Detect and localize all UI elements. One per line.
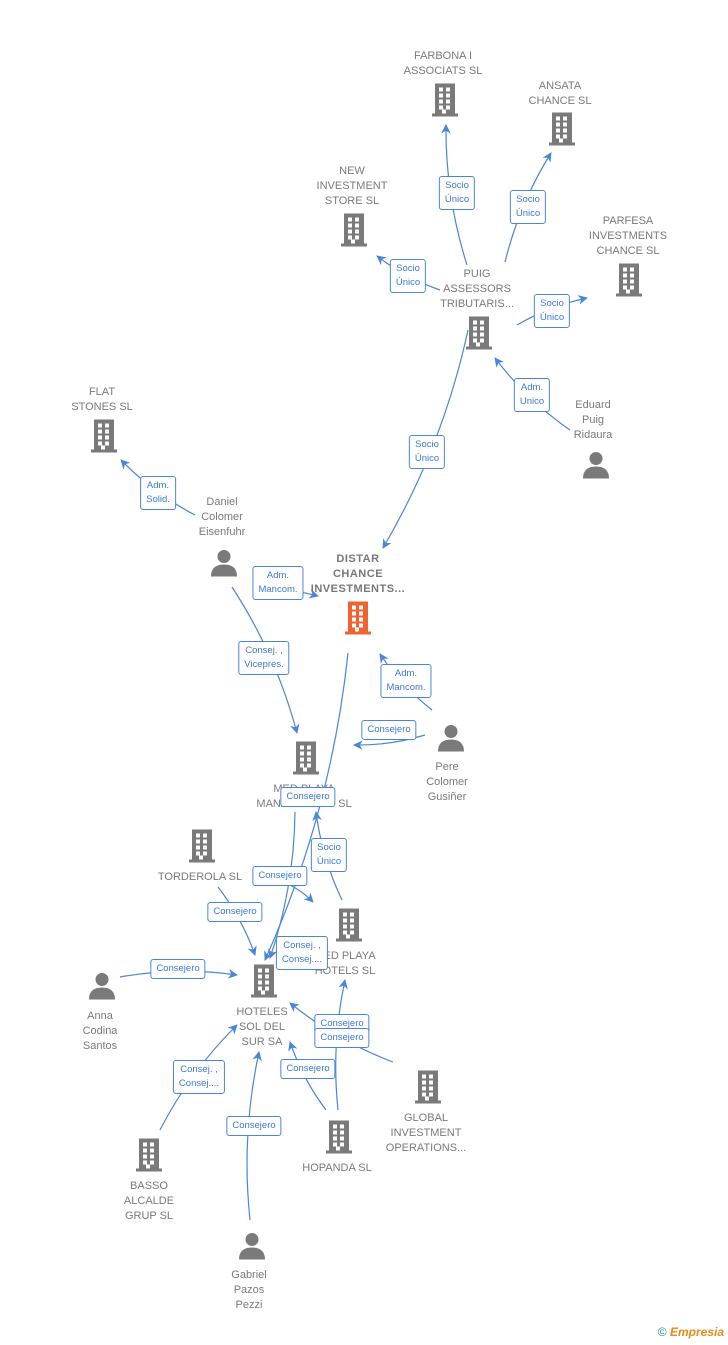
person-icon-anna[interactable] — [88, 972, 116, 1005]
edge-label-puig-to-farbona[interactable]: Socio Único — [438, 176, 476, 210]
edge-label-hopanda-to-hoteles[interactable]: Consejero — [280, 1059, 336, 1079]
copyright-symbol: © — [657, 1325, 667, 1339]
person-icon-gabriel[interactable] — [238, 1232, 266, 1265]
building-icon-medhotels[interactable] — [335, 908, 363, 947]
building-icon-distar[interactable] — [344, 601, 372, 640]
node-label-puig[interactable]: PUIG ASSESSORS TRIBUTARIS... — [440, 267, 514, 312]
node-label-hopanda[interactable]: HOPANDA SL — [302, 1161, 372, 1176]
edge-label-daniel-to-medmgmt[interactable]: Consej. , Vicepres. — [238, 641, 290, 675]
edge-label-puig-to-ansata[interactable]: Socio Único — [509, 190, 547, 224]
building-icon-hopanda[interactable] — [325, 1120, 353, 1159]
edge-label-medhotels-to-medmgmt[interactable]: Socio Único — [310, 838, 348, 872]
building-icon-medmgmt[interactable] — [292, 741, 320, 780]
node-label-flat[interactable]: FLAT STONES SL — [71, 385, 133, 415]
edge-gabriel-to-hoteles — [246, 1051, 262, 1221]
building-icon-ansata[interactable] — [548, 112, 576, 151]
node-label-torderola[interactable]: TORDEROLA SL — [158, 870, 242, 885]
person-icon-pere[interactable] — [437, 724, 465, 757]
edge-label-puig-to-newinv[interactable]: Socio Único — [389, 259, 427, 293]
brand-name: Empresia — [669, 1325, 724, 1339]
building-icon-newinv[interactable] — [340, 213, 368, 252]
node-label-ansata[interactable]: ANSATA CHANCE SL — [529, 79, 592, 109]
node-label-basso[interactable]: BASSO ALCALDE GRUP SL — [124, 1179, 174, 1224]
building-icon-puig[interactable] — [465, 316, 493, 355]
building-icon-flat[interactable] — [90, 419, 118, 458]
person-icon-eduard[interactable] — [582, 451, 610, 484]
node-label-newinv[interactable]: NEW INVESTMENT STORE SL — [317, 164, 388, 209]
edge-label-torderola-to-hoteles[interactable]: Consejero — [207, 902, 263, 922]
node-label-eduard[interactable]: Eduard Puig Ridaura — [574, 398, 613, 443]
node-label-anna[interactable]: Anna Codina Santos — [83, 1009, 118, 1054]
node-label-hoteles[interactable]: HOTELES SOL DEL SUR SA — [236, 1005, 287, 1050]
empresia-logo: © Empresia — [658, 1325, 724, 1339]
edge-label-eduard-to-puig[interactable]: Adm. Unico — [513, 378, 551, 412]
edge-label-distar-to-hoteles[interactable]: Consej. , Consej.... — [275, 936, 329, 970]
building-icon-basso[interactable] — [135, 1138, 163, 1177]
edge-label-daniel-to-flat[interactable]: Adm. Solid. — [140, 476, 176, 510]
node-label-global[interactable]: GLOBAL INVESTMENT OPERATIONS... — [386, 1111, 466, 1156]
edge-label-torderola-to-medhotels[interactable]: Consejero — [252, 866, 308, 886]
person-icon-daniel[interactable] — [210, 549, 238, 582]
building-icon-torderola[interactable] — [188, 829, 216, 868]
edge-label-hopanda-to-medhotels[interactable]: Consejero — [314, 1028, 370, 1048]
edge-label-basso-to-hoteles[interactable]: Consej. , Consej.... — [172, 1060, 226, 1094]
edge-label-medmgmt-to-hoteles[interactable]: Consejero — [280, 787, 336, 807]
edge-label-gabriel-to-hoteles[interactable]: Consejero — [226, 1116, 282, 1136]
node-label-pere[interactable]: Pere Colomer Gusiñer — [426, 760, 468, 805]
edge-label-puig-to-parfesa[interactable]: Socio Único — [533, 294, 571, 328]
node-label-distar[interactable]: DISTAR CHANCE INVESTMENTS... — [311, 552, 405, 597]
building-icon-farbona[interactable] — [431, 83, 459, 122]
building-icon-parfesa[interactable] — [615, 263, 643, 302]
edge-label-anna-to-hoteles[interactable]: Consejero — [150, 959, 206, 979]
building-icon-global[interactable] — [414, 1070, 442, 1109]
node-label-parfesa[interactable]: PARFESA INVESTMENTS CHANCE SL — [589, 214, 667, 259]
building-icon-hoteles[interactable] — [250, 964, 278, 1003]
edge-torderola-to-medhotels — [289, 884, 314, 903]
node-label-daniel[interactable]: Daniel Colomer Eisenfuhr — [199, 495, 245, 540]
node-label-farbona[interactable]: FARBONA I ASSOCIATS SL — [404, 49, 483, 79]
edge-label-pere-to-distar[interactable]: Adm. Mancom. — [380, 664, 432, 698]
edge-label-daniel-to-distar[interactable]: Adm. Mancom. — [252, 566, 304, 600]
node-label-gabriel[interactable]: Gabriel Pazos Pezzi — [231, 1268, 266, 1313]
edge-label-puig-to-distar[interactable]: Socio Único — [408, 435, 446, 469]
edge-label-pere-to-medmgmt[interactable]: Consejero — [361, 720, 417, 740]
